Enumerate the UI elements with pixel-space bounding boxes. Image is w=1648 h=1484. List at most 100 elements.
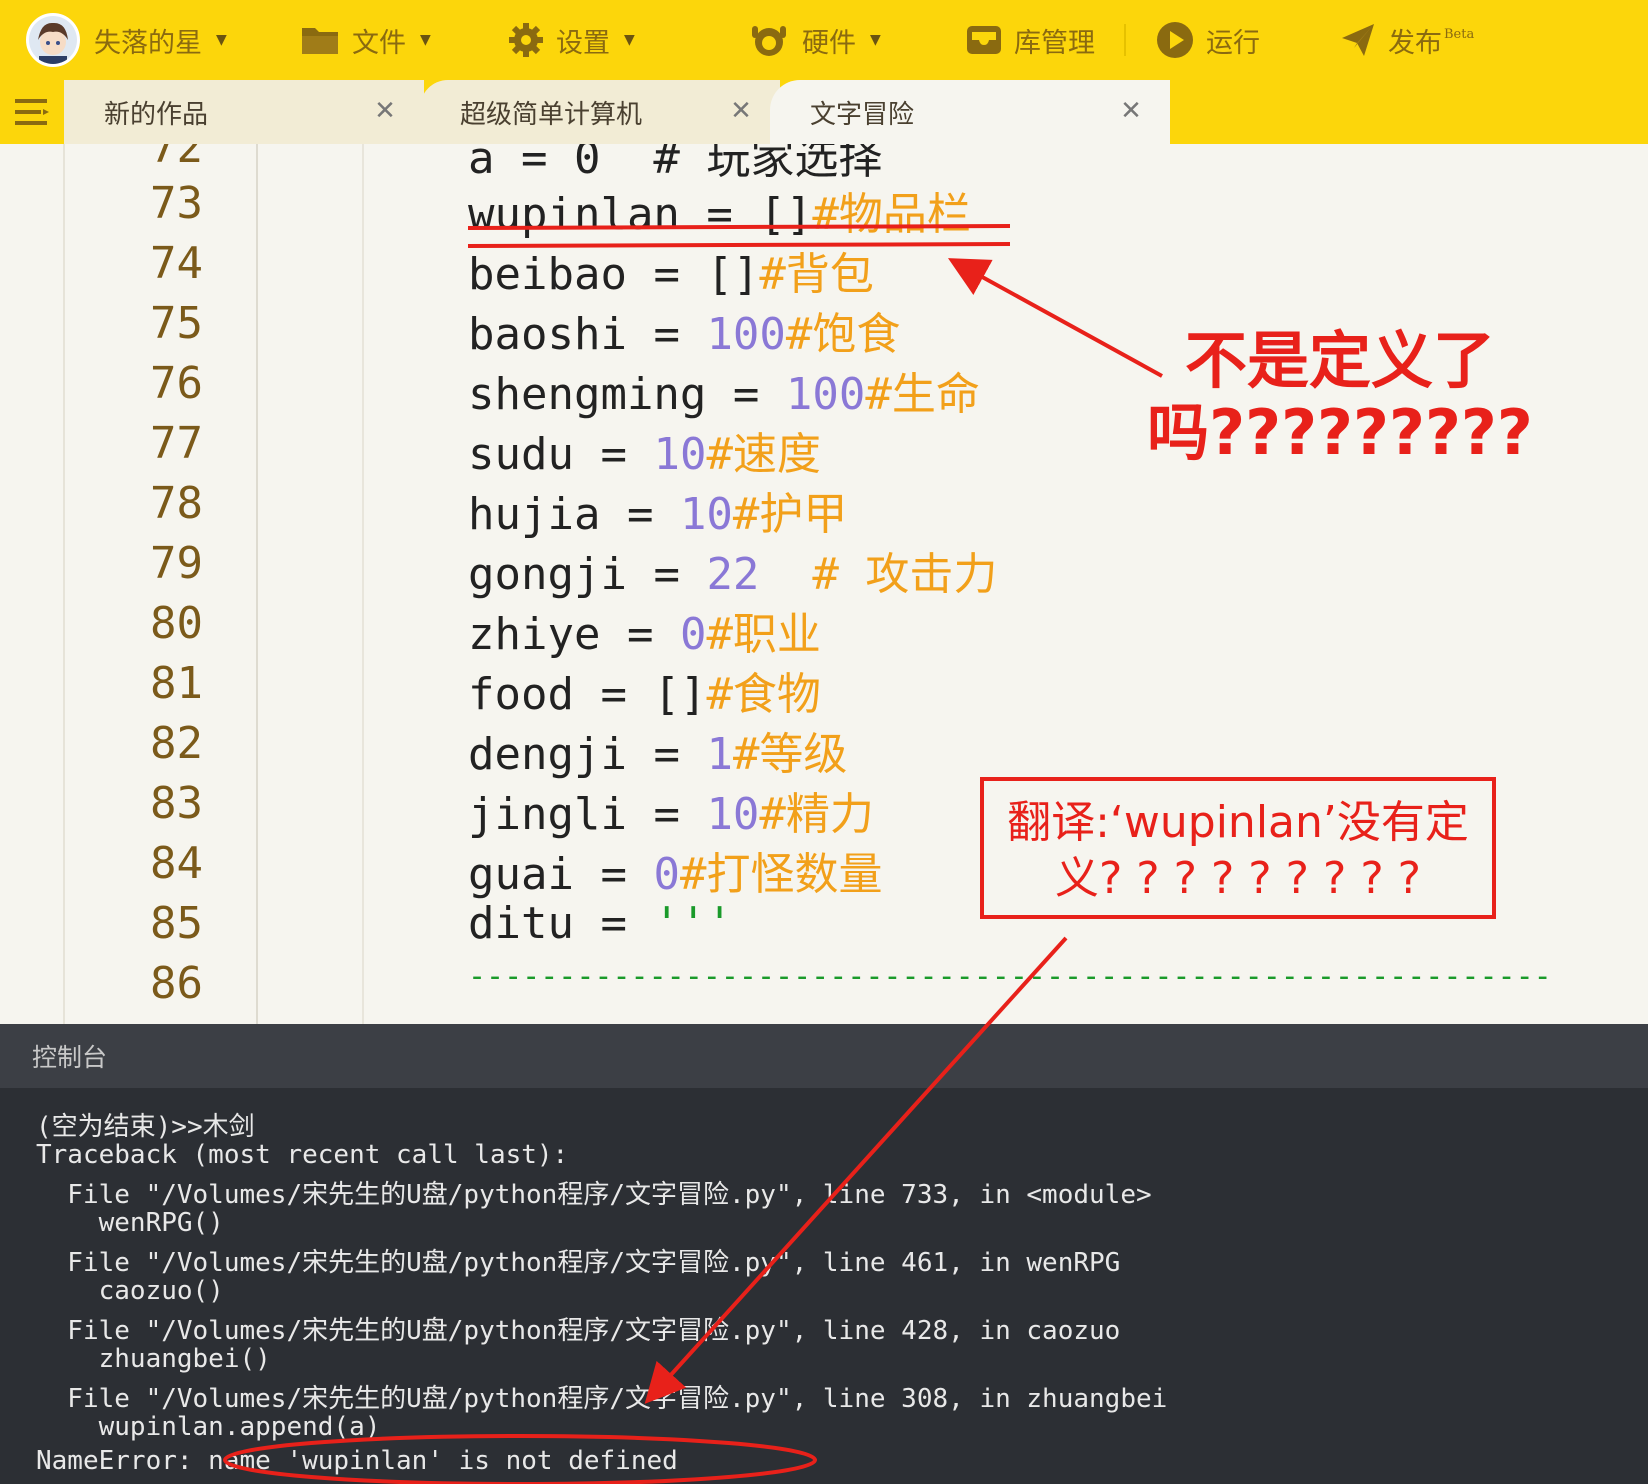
tab-text-adventure[interactable]: 文字冒险 ✕ [770, 80, 1170, 144]
code-token-cmt: #速度 [706, 429, 821, 480]
code-token-name: sudu [468, 429, 574, 480]
line-number: 84 [150, 838, 203, 889]
code-token-val: [] [706, 249, 760, 300]
code-line: food = []#食物 [468, 658, 821, 722]
menu-icon [15, 99, 49, 125]
code-token-op: = [626, 789, 707, 840]
inbox-icon [967, 26, 1001, 54]
code-line: guai = 0#打怪数量 [468, 838, 882, 902]
avatar [26, 13, 80, 67]
console-header: 控制台 [0, 1024, 1648, 1088]
robot-icon [752, 26, 786, 56]
folder-icon [302, 28, 338, 54]
code-token-val: 10 [679, 489, 733, 540]
code-token-op: = [626, 729, 707, 780]
console-line: File "/Volumes/宋先生的U盘/python程序/文字冒险.py",… [36, 1384, 1168, 1414]
gear-icon [509, 23, 543, 57]
close-icon[interactable]: ✕ [1116, 96, 1146, 126]
chevron-down-icon: ▼ [870, 32, 881, 48]
console-line: wupinlan.append(a) [36, 1412, 381, 1442]
code-token-val: 0 [653, 849, 680, 900]
code-token-val: 100 [706, 309, 786, 360]
code-line: zhiye = 0#职业 [468, 598, 821, 662]
menu-bar: 失落的星 ▼ 文件 ▼ 设置 ▼ 硬件 ▼ 库管理 运行 发布 Beta [0, 0, 1648, 80]
code-token-val: [] [759, 189, 813, 240]
code-token-name: gongji [468, 549, 627, 600]
hardware-menu-label: 硬件 [802, 27, 856, 59]
code-token-name: beibao [468, 249, 627, 300]
chevron-down-icon: ▼ [624, 32, 635, 48]
code-line: baoshi = 100#饱食 [468, 298, 900, 362]
line-number: 83 [150, 778, 203, 829]
console-title: 控制台 [32, 1043, 108, 1072]
publish-button[interactable]: 发布 Beta [1340, 0, 1474, 80]
code-token-val: 100 [785, 369, 866, 420]
run-button[interactable]: 运行 [1156, 0, 1260, 80]
code-token-name: food [468, 669, 574, 720]
user-menu[interactable]: 失落的星 ▼ [26, 0, 227, 80]
line-number: 80 [150, 598, 203, 649]
close-icon[interactable]: ✕ [726, 96, 756, 126]
code-token-cmt: #背包 [759, 249, 874, 300]
fold-divider [362, 144, 364, 1024]
sidebar-toggle[interactable] [0, 80, 64, 144]
console-line: File "/Volumes/宋先生的U盘/python程序/文字冒险.py",… [36, 1316, 1121, 1346]
line-number: 85 [150, 898, 203, 949]
code-token-op: = [573, 898, 654, 949]
code-token-op: = [626, 309, 707, 360]
code-line: hujia = 10#护甲 [468, 478, 847, 542]
tab-label: 超级简单计算机 [460, 99, 643, 130]
code-token-name: dengji [468, 729, 627, 780]
code-line: jingli = 10#精力 [468, 778, 874, 842]
settings-menu[interactable]: 设置 ▼ [508, 0, 635, 80]
console-line: File "/Volumes/宋先生的U盘/python程序/文字冒险.py",… [36, 1180, 1152, 1210]
annotation-translation-box: 翻译:‘wupinlan’没有定 义? ? ? ? ? ? ? ? ? [980, 777, 1496, 919]
library-menu[interactable]: 库管理 [966, 0, 1095, 80]
hardware-menu[interactable]: 硬件 ▼ [748, 0, 881, 80]
code-token-val: 0 [679, 609, 707, 660]
code-token-name: hujia [468, 489, 601, 540]
tab-label: 文字冒险 [810, 99, 915, 130]
line-number: 78 [150, 478, 203, 529]
code-token-val: ''' [653, 898, 733, 949]
code-token-cmt: # 攻击力 [759, 549, 998, 600]
console-line: caozuo() [36, 1276, 224, 1306]
code-token-val: 10 [653, 429, 707, 480]
code-token-name: shengming [468, 369, 707, 420]
code-token-name: wupinlan [468, 189, 680, 240]
line-number: 86 [150, 958, 203, 1009]
console-line: (空为结束)>>木剑 [36, 1112, 255, 1142]
file-menu[interactable]: 文件 ▼ [300, 0, 431, 80]
code-token-name: zhiye [468, 609, 601, 660]
code-token-cmt: #职业 [706, 609, 821, 660]
code-token-cmt: #物品栏 [812, 189, 971, 240]
code-separator-comment: ----------------------------------------… [468, 959, 1552, 994]
code-token-val: 1 [706, 729, 733, 780]
code-token-val: 10 [706, 789, 760, 840]
annotation-translation-line: 义? ? ? ? ? ? ? ? ? [1054, 853, 1422, 904]
close-icon[interactable]: ✕ [370, 96, 400, 126]
line-number: 75 [150, 298, 203, 349]
line-number: 81 [150, 658, 203, 709]
console-output[interactable]: (空为结束)>>木剑 Traceback (most recent call la… [0, 1088, 1648, 1484]
annotation-translation-line: 翻译:‘wupinlan’没有定 [1007, 797, 1469, 848]
line-number: 72 [150, 144, 203, 173]
library-menu-label: 库管理 [1014, 27, 1095, 59]
run-button-label: 运行 [1206, 27, 1260, 59]
settings-menu-label: 设置 [556, 27, 610, 59]
tab-new-work[interactable]: 新的作品 ✕ [64, 80, 424, 144]
code-token-val: [] [653, 669, 707, 720]
code-line: dengji = 1#等级 [468, 718, 847, 782]
code-token-name: guai [468, 849, 574, 900]
code-token-name: ditu [468, 898, 574, 949]
code-token-op: = [706, 369, 786, 420]
console-line: 程序运行结束 [36, 1480, 192, 1484]
code-token-op: = [573, 669, 654, 720]
code-line: beibao = []#背包 [468, 238, 874, 302]
tab-simple-calculator[interactable]: 超级简单计算机 ✕ [420, 80, 780, 144]
menu-divider [1124, 24, 1126, 56]
line-number: 77 [150, 418, 203, 469]
code-token-op: = [626, 549, 707, 600]
code-token-cmt: #饱食 [785, 309, 901, 360]
play-icon [1157, 22, 1193, 58]
